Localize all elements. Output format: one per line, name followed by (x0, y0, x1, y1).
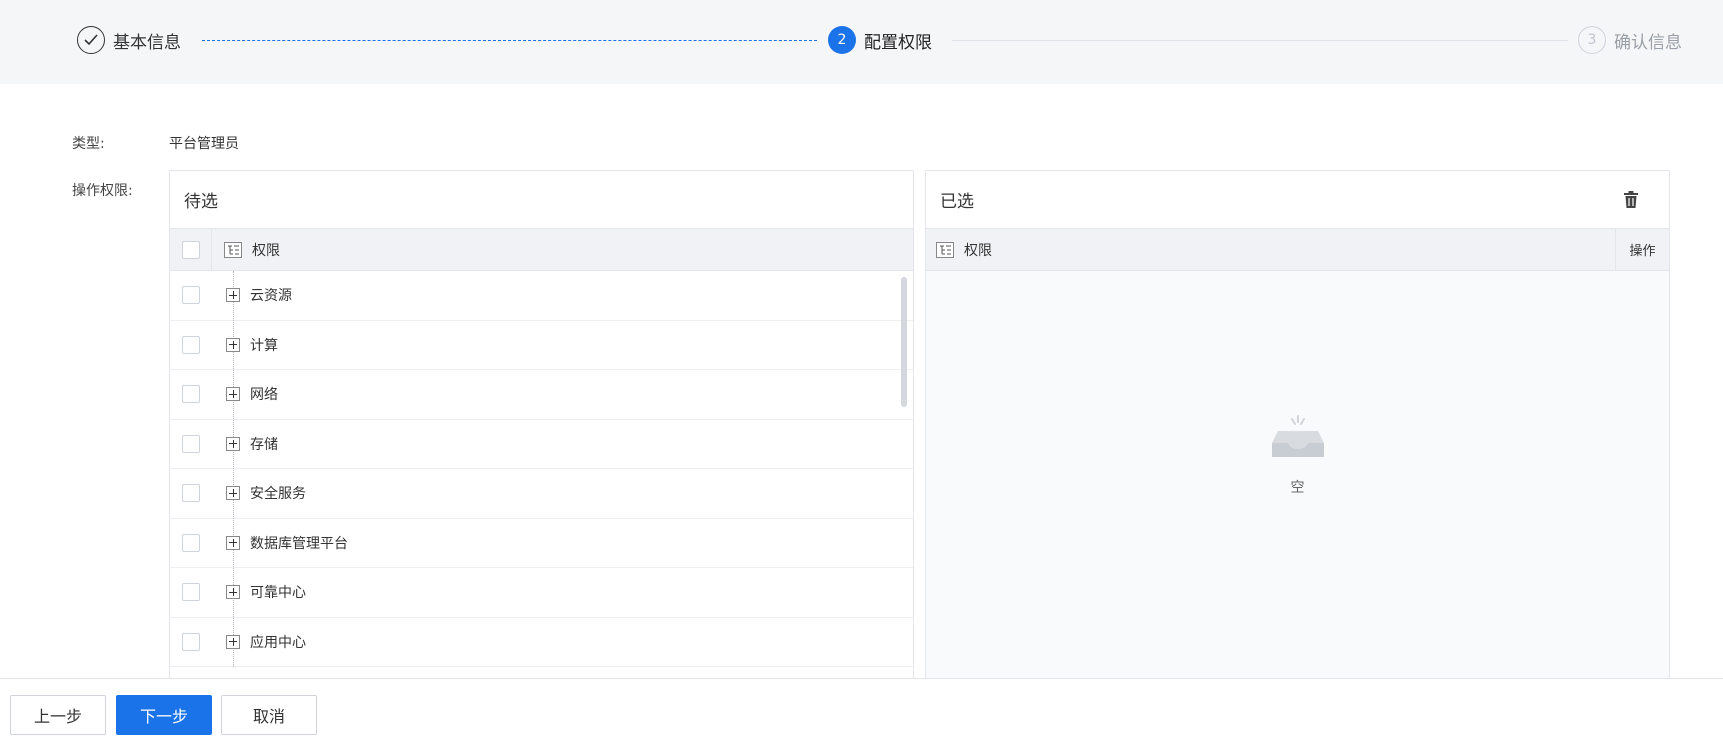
plus-square-icon[interactable] (226, 486, 240, 501)
permission-label: 操作权限: (72, 183, 133, 199)
tree-row[interactable]: 存储 (170, 420, 913, 469)
plus-square-icon[interactable] (226, 436, 240, 451)
next-step-button[interactable]: 下一步 (116, 695, 212, 735)
tree-list-icon[interactable] (936, 241, 954, 258)
tree-node-label: 存储 (250, 436, 278, 453)
previous-step-button[interactable]: 上一步 (10, 695, 106, 735)
tree-node-label: 网络 (250, 387, 278, 404)
select-all-checkbox[interactable] (181, 240, 200, 259)
tree-row[interactable]: 计算 (170, 321, 913, 370)
step-number: 2 (828, 26, 856, 54)
available-permissions-panel: 待选 权限 云资源 计算 网络 存储 安全服务 数据库管理平台 可靠中心 应用中… (169, 170, 914, 680)
plus-square-icon[interactable] (226, 634, 240, 649)
row-checkbox[interactable] (182, 632, 200, 651)
row-checkbox[interactable] (182, 286, 200, 305)
tree-node-label: 安全服务 (250, 486, 306, 503)
tree-row[interactable]: 可靠中心 (170, 568, 913, 618)
permission-tree: 云资源 计算 网络 存储 安全服务 数据库管理平台 可靠中心 应用中心 (170, 271, 913, 667)
footer-bar: 上一步 下一步 取消 (0, 678, 1723, 749)
tree-node-label: 可靠中心 (250, 585, 306, 602)
row-checkbox[interactable] (182, 385, 200, 404)
row-checkbox[interactable] (182, 434, 200, 453)
selected-title: 已选 (940, 192, 974, 212)
tree-row[interactable]: 数据库管理平台 (170, 519, 913, 568)
tree-row[interactable]: 云资源 (170, 271, 913, 321)
plus-square-icon[interactable] (226, 387, 240, 402)
tree-guide-line (233, 271, 234, 667)
table-header: 权限 操作 (926, 229, 1669, 271)
vertical-scrollbar[interactable] (901, 277, 907, 407)
permission-column-header: 权限 (964, 242, 992, 259)
operation-column-header: 操作 (1615, 229, 1669, 270)
step-config-permissions: 2 配置权限 (828, 26, 932, 54)
tree-row[interactable]: 应用中心 (170, 618, 913, 667)
step-connector (952, 40, 1568, 41)
step-connector (202, 40, 817, 41)
row-checkbox[interactable] (182, 533, 200, 552)
tree-node-label: 云资源 (250, 288, 292, 305)
plus-square-icon[interactable] (226, 288, 240, 303)
step-basic-info: 基本信息 (77, 26, 181, 54)
cancel-button[interactable]: 取消 (221, 695, 317, 735)
type-value: 平台管理员 (169, 136, 239, 152)
available-title: 待选 (184, 192, 218, 212)
panel-title: 待选 (170, 171, 913, 229)
check-icon (77, 26, 105, 54)
tree-node-label: 计算 (250, 337, 278, 354)
permission-column-header: 权限 (252, 242, 280, 259)
step-label: 基本信息 (113, 32, 181, 53)
panel-title: 已选 (926, 171, 1669, 229)
trash-icon[interactable] (1623, 191, 1639, 209)
plus-square-icon[interactable] (226, 535, 240, 550)
tree-node-label: 应用中心 (250, 634, 306, 651)
empty-inbox-icon (1268, 413, 1328, 465)
tree-list-icon[interactable] (224, 241, 242, 258)
tree-row[interactable]: 网络 (170, 370, 913, 420)
step-label: 配置权限 (864, 32, 932, 53)
steps-bar: 基本信息 2 配置权限 3 确认信息 (0, 0, 1723, 84)
step-number: 3 (1578, 26, 1606, 54)
step-label: 确认信息 (1614, 32, 1682, 53)
step-confirm-info: 3 确认信息 (1578, 26, 1682, 54)
empty-text: 空 (1290, 480, 1305, 496)
tree-node-label: 数据库管理平台 (250, 535, 348, 552)
selected-permissions-panel: 已选 权限 操作 空 (925, 170, 1670, 680)
row-checkbox[interactable] (182, 583, 200, 602)
plus-square-icon[interactable] (226, 585, 240, 600)
row-checkbox[interactable] (182, 335, 200, 354)
row-checkbox[interactable] (182, 484, 200, 503)
plus-square-icon[interactable] (226, 337, 240, 352)
empty-state: 空 (926, 271, 1669, 679)
tree-row[interactable]: 安全服务 (170, 469, 913, 519)
type-label: 类型: (72, 136, 105, 152)
table-header: 权限 (170, 229, 913, 271)
